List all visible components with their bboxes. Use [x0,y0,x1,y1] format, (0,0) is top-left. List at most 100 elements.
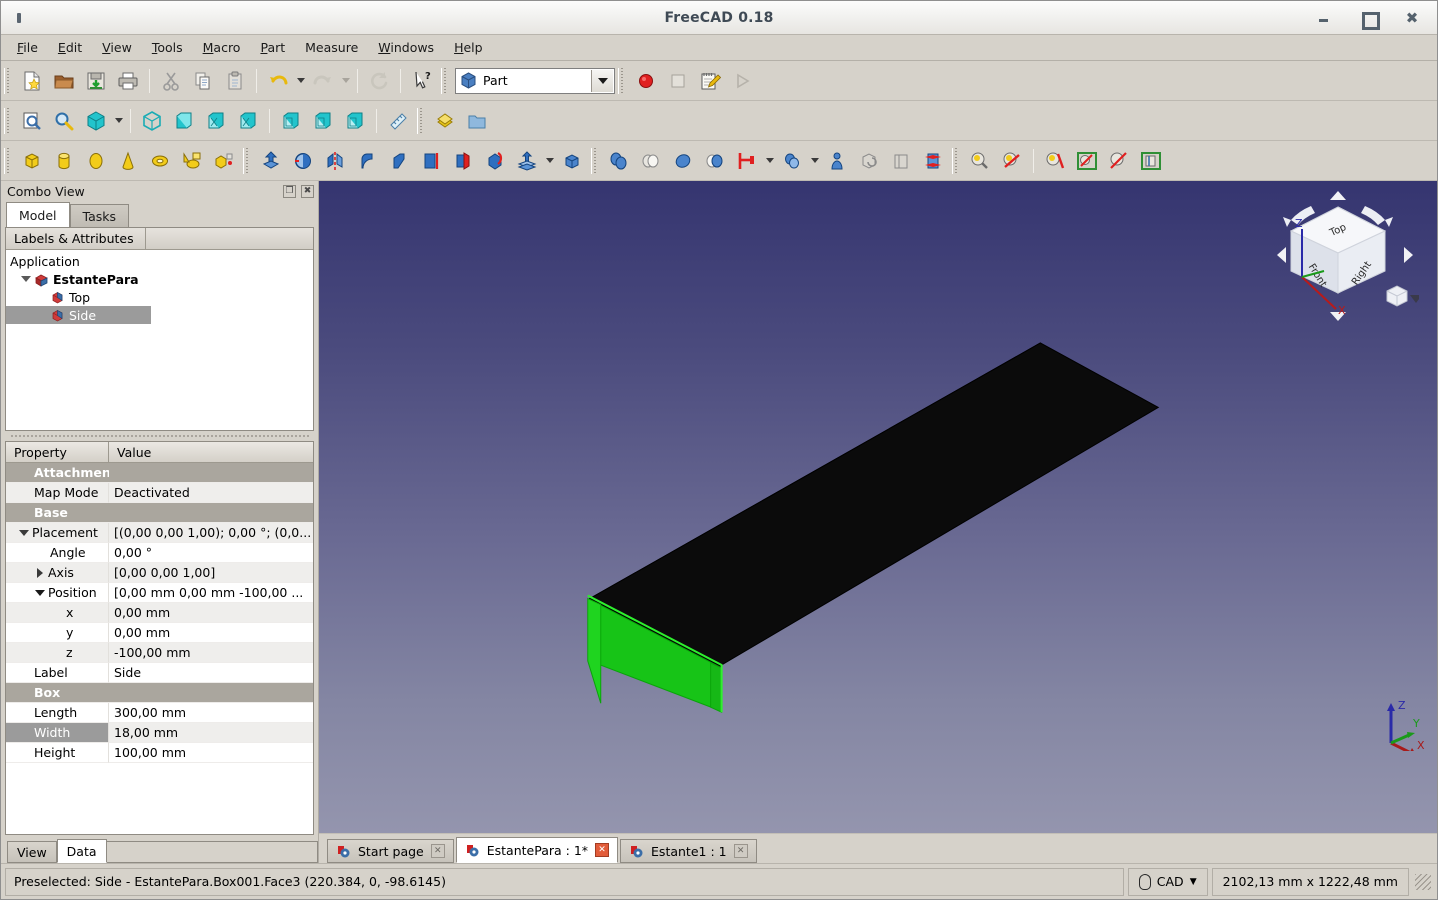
property-group-attachment[interactable]: Attachment [6,463,313,483]
fit-all-icon[interactable] [17,106,47,136]
panel-splitter[interactable] [1,431,318,441]
refresh-icon[interactable] [364,66,394,96]
front-view-icon[interactable] [169,106,199,136]
part-join-dropdown-icon[interactable] [763,146,776,176]
toolbar-grip[interactable] [4,107,13,134]
toolbar-grip[interactable] [591,147,600,174]
chevron-right-icon[interactable] [34,568,46,578]
selection-edge-icon[interactable] [1072,146,1102,176]
menu-tools[interactable]: Tools [142,37,193,58]
3d-viewport[interactable]: Top Front Right Z X Z X Y [319,181,1437,833]
part-chamfer-icon[interactable] [384,146,414,176]
property-value[interactable]: [0,00 mm 0,00 mm -100,00 ... [109,583,313,603]
property-row-axis[interactable]: Axis [0,00 0,00 1,00] [6,563,313,583]
property-value[interactable]: 300,00 mm [109,703,313,723]
doc-tab-estante1[interactable]: Estante1 : 1 ✕ [620,839,757,863]
tree-item-application[interactable]: Application [6,252,313,270]
macro-record-icon[interactable] [631,66,661,96]
part-ruled-surface-icon[interactable] [416,146,446,176]
selection-face-icon[interactable] [1104,146,1134,176]
chevron-down-icon[interactable] [20,273,32,285]
part-cross-sections-icon[interactable] [918,146,948,176]
toolbar-grip[interactable] [243,147,252,174]
part-primitives-icon[interactable] [177,146,207,176]
chevron-down-icon[interactable] [18,530,30,536]
resize-grip[interactable] [1415,873,1431,890]
cut-icon[interactable] [156,66,186,96]
macro-stop-icon[interactable] [663,66,693,96]
property-value[interactable]: Deactivated [109,483,313,503]
tree-item-side[interactable]: Side [6,306,151,324]
property-value[interactable]: 0,00 mm [109,623,313,643]
axonometric-view-icon[interactable] [137,106,167,136]
property-value[interactable]: [(0,00 0,00 1,00); 0,00 °; (0,0... [109,523,313,543]
view-dropdown-icon[interactable] [112,106,125,136]
property-row-z[interactable]: z -100,00 mm [6,643,313,663]
part-cone-icon[interactable] [113,146,143,176]
tree-item-top[interactable]: Top [6,288,313,306]
workbench-folder-icon[interactable] [462,106,492,136]
tab-data[interactable]: Data [56,839,107,863]
property-row-map-mode[interactable]: Map Mode Deactivated [6,483,313,503]
new-document-icon[interactable] [17,66,47,96]
toolbar-grip[interactable] [4,67,13,94]
property-value[interactable]: 0,00 mm [109,603,313,623]
property-row-length[interactable]: Length 300,00 mm [6,703,313,723]
part-check-geometry-icon[interactable] [822,146,852,176]
toolbar-grip[interactable] [441,67,450,94]
part-split-dropdown-icon[interactable] [808,146,821,176]
measure-icon[interactable] [383,106,413,136]
isometric-view-icon[interactable] [81,106,111,136]
menu-file[interactable]: File [7,37,48,58]
toolbar-grip[interactable] [4,147,13,174]
property-value[interactable]: 100,00 mm [109,743,313,763]
draw-style-icon[interactable] [430,106,460,136]
part-fillet-icon[interactable] [352,146,382,176]
property-row-label[interactable]: Label Side [6,663,313,683]
top-view-icon[interactable] [201,106,231,136]
redo-dropdown-icon[interactable] [339,66,352,96]
property-row-width[interactable]: Width 18,00 mm [6,723,313,743]
part-sweep-icon[interactable] [480,146,510,176]
part-loft-icon[interactable] [448,146,478,176]
menu-help[interactable]: Help [444,37,493,58]
part-compound-icon[interactable] [604,146,634,176]
macro-edit-icon[interactable] [695,66,725,96]
part-defeaturing-icon[interactable] [886,146,916,176]
part-split-icon[interactable] [777,146,807,176]
menu-edit[interactable]: Edit [48,37,92,58]
part-refine-shape-icon[interactable] [854,146,884,176]
tree-item-estantepara[interactable]: EstantePara [6,270,313,288]
redo-icon[interactable] [308,66,338,96]
selection-all-icon[interactable] [1136,146,1166,176]
copy-icon[interactable] [188,66,218,96]
whats-this-icon[interactable]: ? [407,66,437,96]
part-join-connect-icon[interactable] [732,146,762,176]
toolbar-grip[interactable] [417,107,426,134]
menu-macro[interactable]: Macro [193,37,251,58]
doc-tab-close-icon[interactable]: ✕ [430,844,445,858]
workbench-dropdown-icon[interactable] [591,69,613,92]
doc-tab-close-icon[interactable]: ✕ [595,843,610,857]
macro-execute-icon[interactable] [727,66,757,96]
part-sphere-icon[interactable] [81,146,111,176]
tab-view[interactable]: View [7,841,57,863]
close-panel-icon[interactable]: ✖ [301,184,314,198]
selection-filter-icon[interactable] [965,146,995,176]
undo-dropdown-icon[interactable] [294,66,307,96]
part-common-icon[interactable] [700,146,730,176]
property-value[interactable]: 18,00 mm [109,723,313,743]
save-document-icon[interactable] [81,66,111,96]
property-row-x[interactable]: x 0,00 mm [6,603,313,623]
right-view-icon[interactable] [233,106,263,136]
part-shapebuilder-icon[interactable] [209,146,239,176]
property-value[interactable]: Side [109,663,313,683]
navigation-cube[interactable]: Top Front Right Z X [1269,185,1419,330]
doc-tab-start-page[interactable]: Start page ✕ [327,839,454,863]
maximize-button[interactable] [1361,11,1380,30]
part-section-icon[interactable] [512,146,542,176]
property-value[interactable]: -100,00 mm [109,643,313,663]
property-row-angle[interactable]: Angle 0,00 ° [6,543,313,563]
selection-clear-icon[interactable] [997,146,1027,176]
part-mirror-icon[interactable] [320,146,350,176]
